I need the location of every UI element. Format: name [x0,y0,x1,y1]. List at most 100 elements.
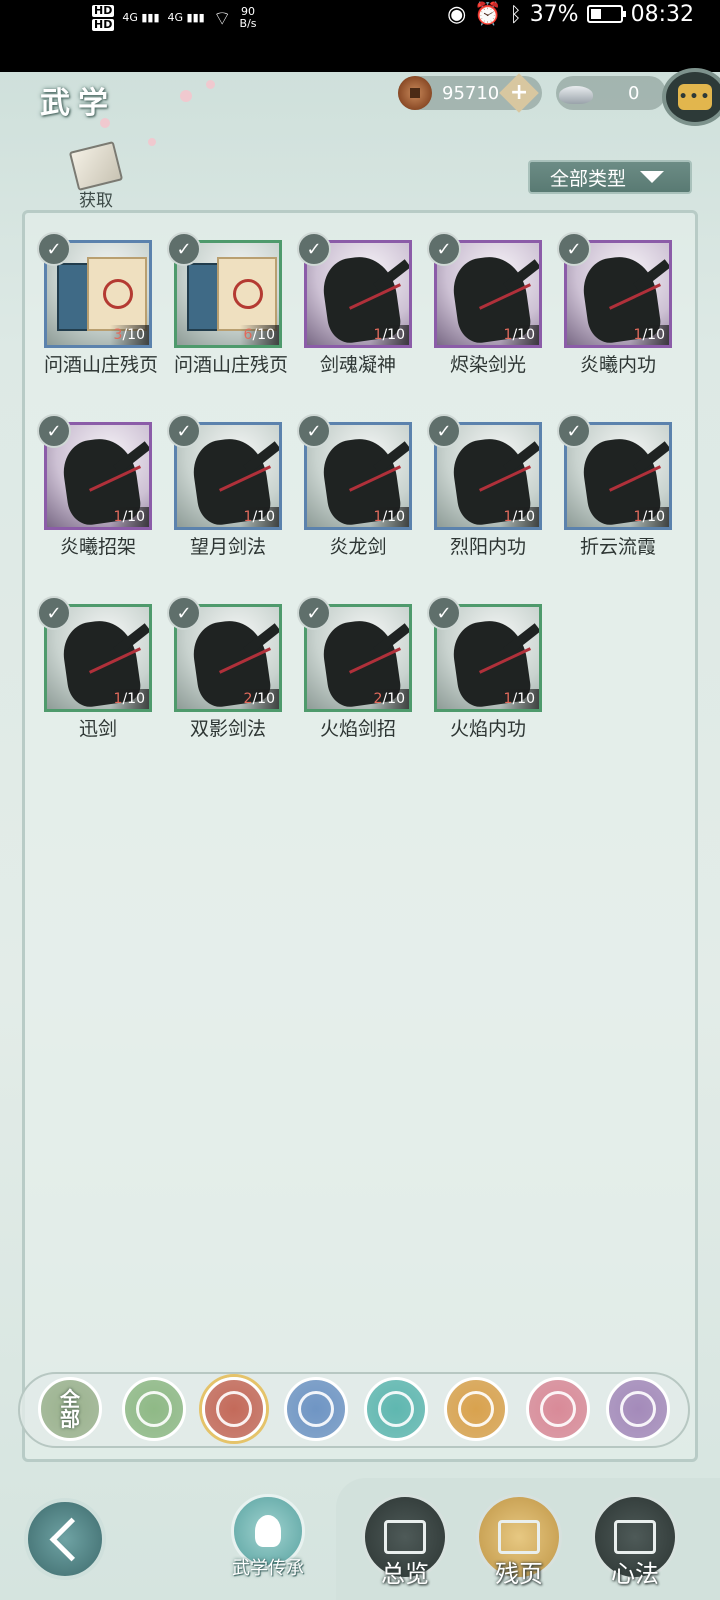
manual-book-icon [57,257,147,331]
fragment-total: /10 [252,691,275,707]
fragment-total: /10 [512,509,535,525]
bamboo-sword-icon [136,1391,172,1427]
check-badge-icon: ✓ [297,596,331,630]
obtain-button[interactable]: 获取 [64,141,128,211]
fragment-count: 1/10 [499,507,539,527]
tab-label: 残页 [495,1560,543,1588]
clock: 08:32 [630,1,694,27]
skill-name: 火焰内功 [449,718,526,740]
fragment-count: 2/10 [239,689,279,709]
fragment-total: /10 [642,327,665,343]
category-all[interactable]: 全部 [38,1377,102,1441]
check-badge-icon: ✓ [427,414,461,448]
hd-indicators: HD HD [92,4,115,31]
network-type-1: 4G [122,11,138,24]
skill-card[interactable]: ✓ 1/10 望月剑法 [167,414,282,559]
back-button[interactable] [24,1498,106,1580]
skill-name: 炎曦内功 [579,354,656,376]
alarm-icon: ⏰ [474,1,502,27]
skill-card[interactable]: ✓ 3/10 问酒山庄残页 [37,232,158,377]
back-arrow-icon [49,1517,93,1561]
skill-card[interactable]: ✓ 1/10 折云流霞 [557,414,672,559]
blossom-decoration [148,138,156,146]
status-bar: HD HD 4G ▮▮▮ 4G ▮▮▮ ⌔ 90 B/s ◉ ⏰ ᛒ 37% 08… [0,0,720,72]
copper-coin-icon [398,76,432,110]
flame-icon [216,1391,252,1427]
check-badge-icon: ✓ [167,414,201,448]
skill-name: 炎曦招架 [59,536,136,558]
wifi-icon: ⌔ [212,6,232,30]
type-filter-label: 全部类型 [550,167,627,190]
skill-card[interactable]: ✓ 1/10 炎曦内功 [557,232,672,377]
skill-name: 烬染剑光 [449,354,526,376]
check-badge-icon: ✓ [37,596,71,630]
shield-icon [458,1391,494,1427]
tab-puzzle[interactable]: 残页 [474,1494,564,1589]
fragment-total: /10 [122,509,145,525]
martial-inheritance-button[interactable]: 武学传承 [226,1494,310,1580]
skill-name: 望月剑法 [189,536,266,558]
blossom-decoration [180,90,192,102]
fragment-count: 3/10 [109,325,149,345]
skill-card[interactable]: ✓ 2/10 火焰剑招 [297,596,412,741]
check-badge-icon: ✓ [427,232,461,266]
check-badge-icon: ✓ [37,232,71,266]
type-filter-dropdown[interactable]: 全部类型 [528,160,692,194]
category-c6[interactable] [526,1377,590,1441]
fragment-count: 1/10 [629,507,669,527]
fragment-total: /10 [512,691,535,707]
check-badge-icon: ✓ [427,596,461,630]
chat-bubble-icon: ••• [678,84,712,110]
tab-spirit-flame[interactable]: 心法 [590,1494,680,1589]
fragment-total: /10 [122,691,145,707]
skill-card[interactable]: ✓ 1/10 迅剑 [37,596,152,741]
wave-icon [298,1391,334,1427]
add-coins-button[interactable]: + [499,73,540,113]
fragment-count: 6/10 [239,325,279,345]
fragment-total: /10 [512,327,535,343]
skill-card[interactable]: ✓ 1/10 烈阳内功 [427,414,542,559]
copper-coin-counter: 95710 + [398,73,542,113]
status-left: HD HD 4G ▮▮▮ 4G ▮▮▮ ⌔ 90 B/s [92,0,257,36]
skill-grid: ✓ 3/10 问酒山庄残页 ✓ 6/10 问酒山庄残页 ✓ 1/10 剑魂凝神 ✓ 1/10 烬染剑光… [37,232,672,741]
skill-name: 炎龙剑 [329,536,387,558]
fragment-count: 2/10 [369,689,409,709]
category-c5[interactable] [444,1377,508,1441]
skill-name: 问酒山庄残页 [174,354,289,376]
tab-open-book[interactable]: 总览 [360,1494,450,1589]
skill-name: 折云流霞 [579,536,656,558]
manual-book-icon [187,257,277,331]
plus-icon: + [510,80,529,105]
category-c2[interactable] [202,1377,266,1441]
category-c1[interactable] [122,1377,186,1441]
category-all-bottom: 部 [60,1407,80,1431]
check-badge-icon: ✓ [557,232,591,266]
status-right: ◉ ⏰ ᛒ 37% 08:32 [447,0,694,28]
all-icon: 全部 [60,1389,80,1429]
category-c7[interactable] [606,1377,670,1441]
skill-card[interactable]: ✓ 1/10 炎龙剑 [297,414,412,559]
skill-card[interactable]: ✓ 2/10 双影剑法 [167,596,282,741]
skill-card[interactable]: ✓ 1/10 剑魂凝神 [297,232,412,377]
scroll-icon [68,141,124,191]
hd-badge-1: HD [92,4,115,17]
rose-icon [620,1391,656,1427]
blossom-decoration [206,80,215,89]
skill-card[interactable]: ✓ 1/10 火焰内功 [427,596,542,741]
skill-name: 剑魂凝神 [319,354,396,376]
butterfly-icon [378,1391,414,1427]
skill-name: 烈阳内功 [449,536,526,558]
fragment-count: 1/10 [109,507,149,527]
page-title: 武学 [40,86,116,121]
check-badge-icon: ✓ [297,414,331,448]
obtain-label: 获取 [79,191,113,211]
skill-card[interactable]: ✓ 6/10 问酒山庄残页 [167,232,289,377]
chat-button[interactable]: ••• [662,68,720,126]
fragment-count: 1/10 [109,689,149,709]
skill-card[interactable]: ✓ 1/10 炎曦招架 [37,414,152,559]
category-c3[interactable] [284,1377,348,1441]
category-c4[interactable] [364,1377,428,1441]
network-speed-unit: B/s [239,17,257,30]
fragment-total: /10 [252,327,275,343]
skill-card[interactable]: ✓ 1/10 烬染剑光 [427,232,542,377]
